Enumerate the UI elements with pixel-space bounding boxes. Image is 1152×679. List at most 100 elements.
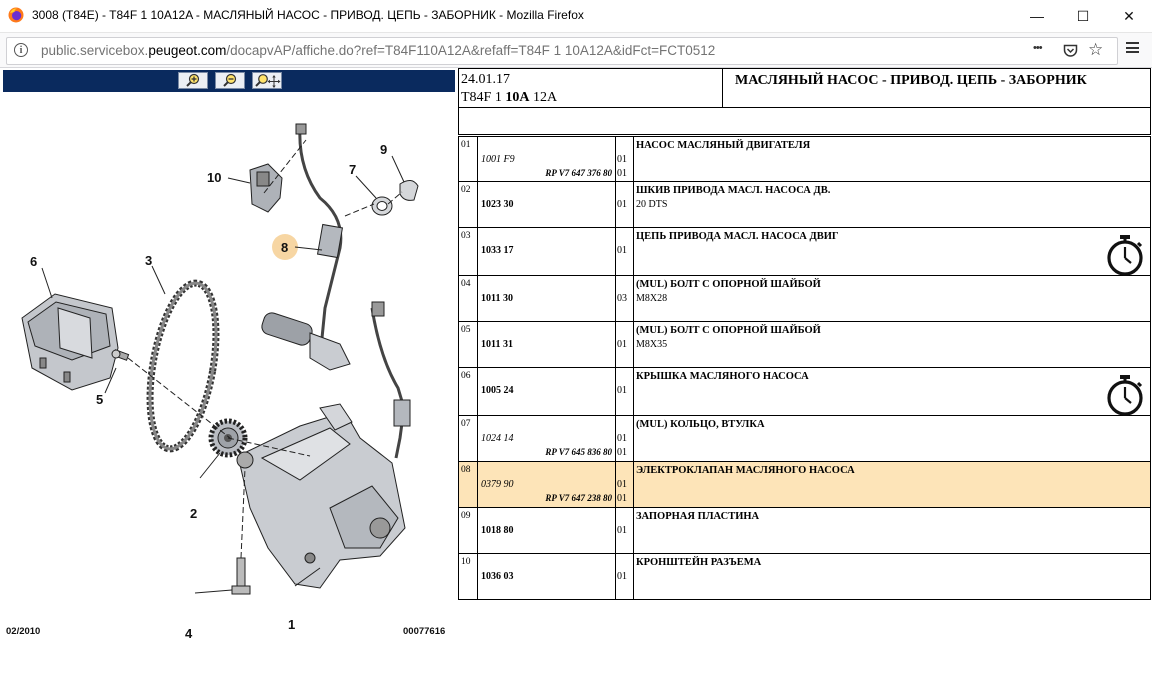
part-reference[interactable]: 1018 80	[481, 525, 514, 536]
part-quantity: 01	[617, 339, 627, 350]
part-ref-cell: 1001 F9 RP V7 647 376 80	[478, 137, 616, 181]
part-oil-pump-body	[236, 403, 406, 589]
part-row[interactable]: 07 1024 14 RP V7 645 836 80 01 01 (MUL) КОЛЬЦ…	[458, 416, 1151, 462]
minimize-button[interactable]: —	[1014, 0, 1060, 32]
part-quantity: 01	[617, 525, 627, 536]
diagram-date: 02/2010	[6, 626, 41, 637]
part-ref-cell: 1023 30	[478, 182, 616, 227]
part-reference[interactable]: 1005 24	[481, 385, 514, 396]
part-number: 04	[461, 279, 471, 289]
part-qty-cell: 01	[616, 228, 634, 275]
part-qty-cell: 01	[616, 508, 634, 553]
header-date: 24.01.17	[461, 72, 510, 87]
part-description: КРОНШТЕЙН РАЗЪЕМА	[636, 557, 762, 568]
header-spacer-row	[458, 107, 1151, 135]
address-url[interactable]: public.servicebox.peugeot.com/docapvAP/a…	[41, 43, 715, 58]
part-row[interactable]: 04 1011 30 03 (MUL) БОЛТ С ОПОРНОЙ ШАЙБОЙ M8…	[458, 276, 1151, 322]
part-num-cell: 04	[459, 276, 478, 321]
part-description: (MUL) БОЛТ С ОПОРНОЙ ШАЙБОЙ	[636, 325, 821, 336]
callout-3[interactable]: 3	[145, 253, 152, 268]
part-num-cell: 02	[459, 182, 478, 227]
part-num-cell: 10	[459, 554, 478, 599]
part-row[interactable]: 05 1011 31 01 (MUL) БОЛТ С ОПОРНОЙ ШАЙБОЙ M8…	[458, 322, 1151, 368]
part-description: ЭЛЕКТРОКЛАПАН МАСЛЯНОГО НАСОСА	[636, 465, 855, 476]
bookmark-star-icon[interactable]: ☆	[1088, 40, 1103, 60]
callout-9[interactable]: 9	[380, 142, 387, 157]
part-reference[interactable]: 1023 30	[481, 199, 514, 210]
site-info-icon[interactable]: i	[14, 43, 28, 57]
page-actions-button[interactable]: •••	[1033, 42, 1043, 54]
part-num-cell: 07	[459, 416, 478, 461]
address-bar[interactable]: i public.servicebox.peugeot.com/docapvAP…	[6, 37, 1118, 65]
zoom-in-button[interactable]	[178, 72, 208, 89]
pocket-icon[interactable]	[1063, 44, 1078, 58]
callout-4[interactable]: 4	[185, 626, 193, 641]
part-num-cell: 01	[459, 137, 478, 181]
part-quantity: 01	[617, 199, 627, 210]
close-window-button[interactable]: ✕	[1106, 0, 1152, 32]
part-row[interactable]: 02 1023 30 01 ШКИВ ПРИВОДА МАСЛ. НАСОСА ДВ.…	[458, 182, 1151, 228]
zoom-toolbar	[3, 70, 455, 92]
part-ref-cell: 1033 17	[478, 228, 616, 275]
zoom-pan-icon	[255, 74, 281, 88]
part-quantity: 01	[617, 245, 627, 256]
part-oil-pump-cover	[21, 293, 119, 391]
part-qty-cell: 01	[616, 322, 634, 367]
part-ref-cell: 0379 90 RP V7 647 238 80	[478, 462, 616, 507]
part-description: ЗАПОРНАЯ ПЛАСТИНА	[636, 511, 760, 522]
callout-10[interactable]: 10	[207, 170, 221, 185]
part-ref-cell: 1018 80	[478, 508, 616, 553]
part-num-cell: 06	[459, 368, 478, 415]
part-quantity: 01	[617, 479, 627, 490]
zoom-move-button[interactable]	[252, 72, 282, 89]
part-subdescription: 20 DTS	[636, 199, 668, 210]
part-quantity: 01	[617, 385, 627, 396]
part-ring	[371, 196, 393, 216]
part-row[interactable]: 08 0379 90 RP V7 647 238 80 01 01 ЭЛЕКТРОКЛАП…	[458, 462, 1151, 508]
part-reference[interactable]: 1024 14	[481, 433, 514, 444]
callout-6[interactable]: 6	[30, 254, 37, 269]
part-quantity-2: 01	[617, 168, 627, 179]
part-quantity: 01	[617, 571, 627, 582]
parts-table: 01 1001 F9 RP V7 647 376 80 01 01 НАСОС МАСЛЯ…	[458, 136, 1151, 600]
part-ref-cell: 1024 14 RP V7 645 836 80	[478, 416, 616, 461]
part-quantity: 03	[617, 293, 627, 304]
part-bolt	[231, 557, 251, 595]
part-quantity-2: 01	[617, 493, 627, 504]
part-rp-number: RP V7 645 836 80	[545, 447, 612, 457]
part-subdescription: M8X28	[636, 293, 668, 304]
menu-icon[interactable]	[1126, 42, 1139, 53]
callout-2[interactable]: 2	[190, 506, 197, 521]
part-reference[interactable]: 0379 90	[481, 479, 514, 490]
part-number: 06	[461, 371, 471, 381]
part-connector-bracket	[249, 163, 283, 213]
callout-7[interactable]: 7	[349, 162, 356, 177]
part-row[interactable]: 09 1018 80 01 ЗАПОРНАЯ ПЛАСТИНА	[458, 508, 1151, 554]
callout-8[interactable]: 8	[281, 240, 288, 255]
callout-5[interactable]: 5	[96, 392, 103, 407]
part-row[interactable]: 10 1036 03 01 КРОНШТЕЙН РАЗЪЕМА	[458, 554, 1151, 600]
zoom-out-button[interactable]	[215, 72, 245, 89]
part-reference[interactable]: 1011 31	[481, 339, 513, 350]
url-host: peugeot.com	[148, 43, 227, 58]
part-qty-cell: 01	[616, 182, 634, 227]
part-reference[interactable]: 1033 17	[481, 245, 514, 256]
firefox-logo-icon	[8, 7, 24, 23]
part-row[interactable]: 06 1005 24 01 КРЫШКА МАСЛЯНОГО НАСОСА	[458, 368, 1151, 416]
maximize-button[interactable]: ☐	[1060, 0, 1106, 32]
part-number: 08	[461, 465, 471, 475]
callout-1[interactable]: 1	[288, 617, 295, 632]
diagram-pane: 1 2 3 4 5 6 7 8 9 10 02/2010 00077616	[0, 68, 456, 679]
part-reference[interactable]: 1001 F9	[481, 154, 515, 165]
part-subdescription: M8X35	[636, 339, 668, 350]
exploded-parts-diagram: 1 2 3 4 5 6 7 8 9 10	[21, 123, 419, 641]
part-row[interactable]: 03 1033 17 01 ЦЕПЬ ПРИВОДА МАСЛ. НАСОСА ДВИ…	[458, 228, 1151, 276]
stopwatch-icon[interactable]	[1105, 234, 1145, 276]
part-reference[interactable]: 1036 03	[481, 571, 514, 582]
part-quantity: 01	[617, 433, 627, 444]
stopwatch-icon[interactable]	[1105, 374, 1145, 416]
model-part-a: T84F 1	[461, 90, 506, 105]
part-reference[interactable]: 1011 30	[481, 293, 513, 304]
part-rp-number: RP V7 647 238 80	[545, 493, 612, 503]
part-row[interactable]: 01 1001 F9 RP V7 647 376 80 01 01 НАСОС МАСЛЯ…	[458, 136, 1151, 182]
